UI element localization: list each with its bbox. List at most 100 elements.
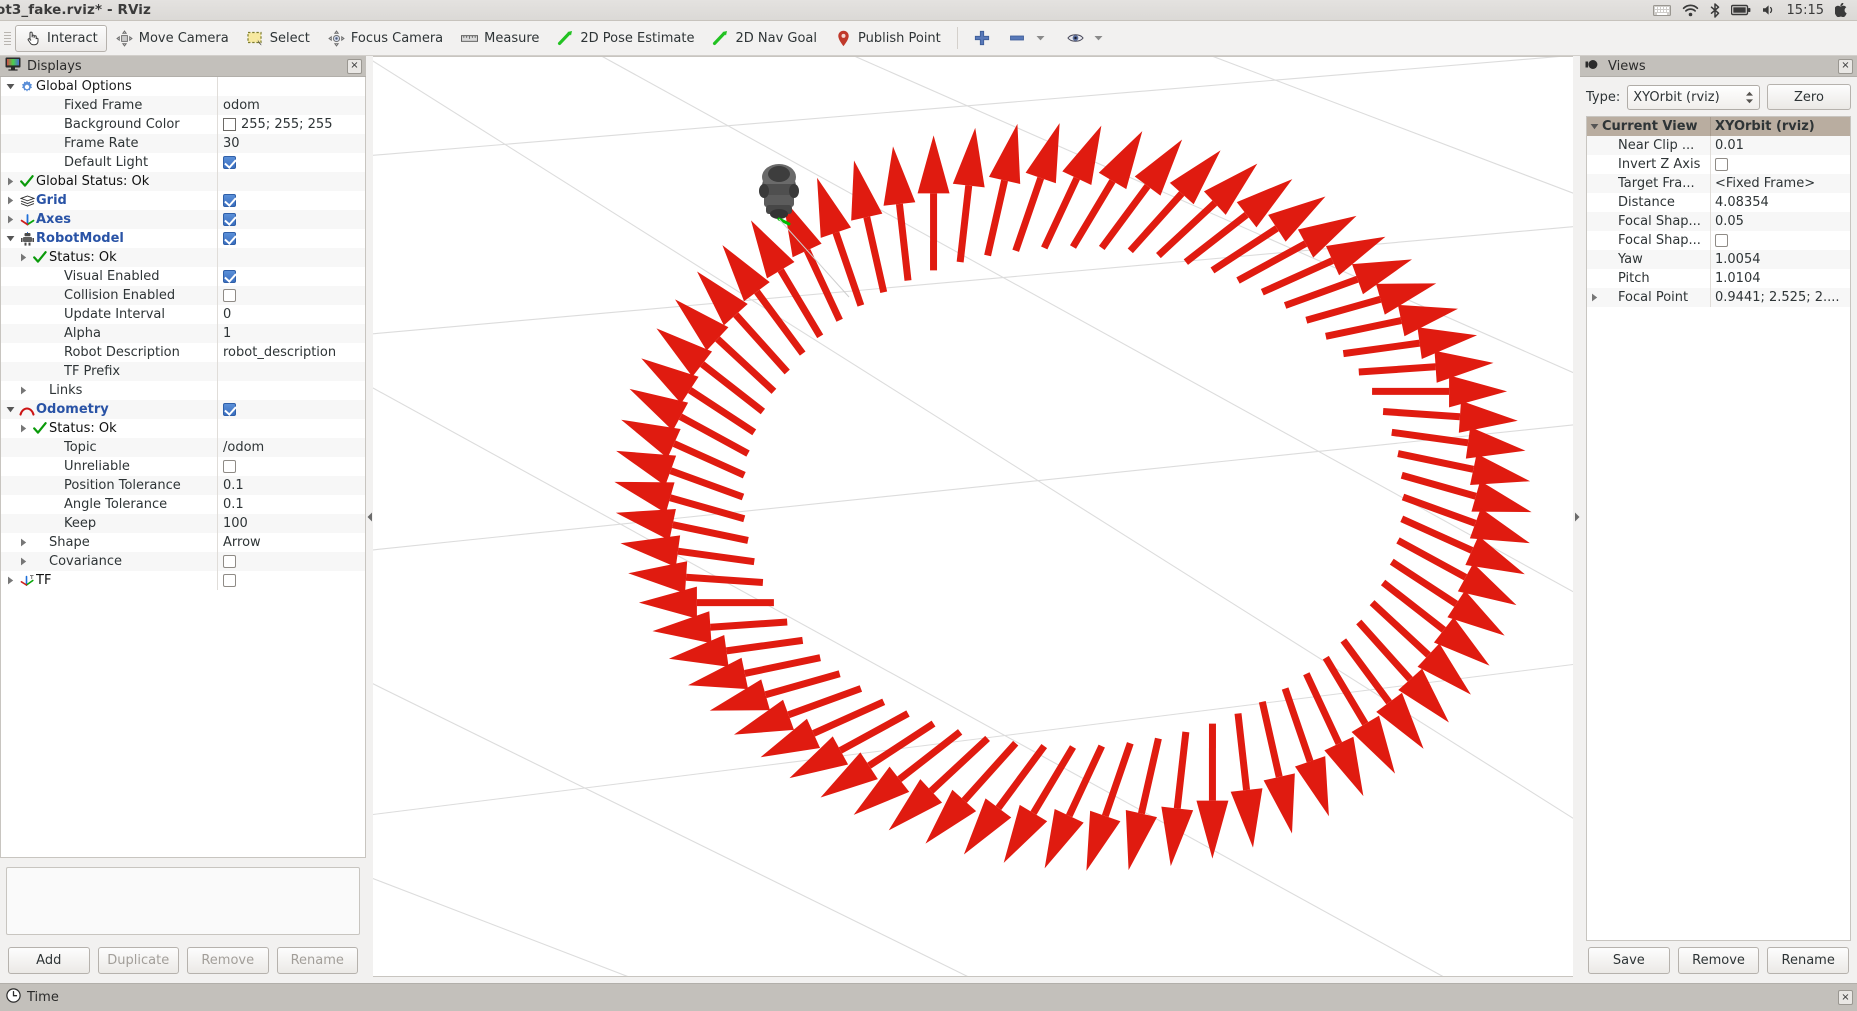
3d-render-view[interactable] xyxy=(372,56,1581,977)
battery-icon[interactable] xyxy=(1730,4,1751,16)
display-row[interactable]: Alpha 1 xyxy=(1,324,365,343)
display-row[interactable]: Status: Ok xyxy=(1,248,365,267)
display-row-value[interactable]: 0.1 xyxy=(217,476,365,495)
display-row-value[interactable] xyxy=(217,286,365,305)
views-close-button[interactable]: × xyxy=(1838,58,1853,74)
display-enable-checkbox[interactable] xyxy=(223,194,236,207)
display-row[interactable]: Position Tolerance 0.1 xyxy=(1,476,365,495)
display-row-value[interactable]: 0 xyxy=(217,305,365,324)
color-swatch[interactable] xyxy=(223,118,236,131)
remove-display-button[interactable]: Remove xyxy=(187,947,269,974)
system-clock[interactable]: 15:15 xyxy=(1787,3,1824,18)
chevron-down-icon[interactable] xyxy=(1032,30,1049,47)
rename-display-button[interactable]: Rename xyxy=(276,947,358,974)
save-view-button[interactable]: Save xyxy=(1588,947,1670,974)
display-row-value[interactable]: odom xyxy=(217,96,365,115)
views-row[interactable]: Focal Shap... xyxy=(1587,231,1850,250)
display-row[interactable]: Global Status: Ok xyxy=(1,172,365,191)
keyboard-icon[interactable] xyxy=(1652,4,1671,16)
volume-icon[interactable] xyxy=(1762,4,1776,16)
chevron-right-icon[interactable] xyxy=(1587,293,1602,302)
display-row-value[interactable] xyxy=(217,362,365,381)
tool-move-camera[interactable]: Move Camera xyxy=(107,25,238,52)
display-row-value[interactable]: 1 xyxy=(217,324,365,343)
rename-view-button[interactable]: Rename xyxy=(1767,947,1850,974)
display-row-value[interactable] xyxy=(217,400,365,419)
display-enable-checkbox[interactable] xyxy=(223,270,236,283)
display-row-value[interactable] xyxy=(217,457,365,476)
display-row[interactable]: Shape Arrow xyxy=(1,533,365,552)
display-row[interactable]: Background Color 255; 255; 255 xyxy=(1,115,365,134)
wifi-icon[interactable] xyxy=(1682,4,1699,17)
spinner-arrows-icon[interactable] xyxy=(1745,91,1754,104)
display-row-value[interactable]: 0.1 xyxy=(217,495,365,514)
remove-tool-button[interactable] xyxy=(1000,25,1058,52)
toolbar-grip[interactable] xyxy=(4,27,13,49)
display-enable-checkbox[interactable] xyxy=(223,232,236,245)
views-row-value[interactable] xyxy=(1710,231,1850,250)
display-row-value[interactable] xyxy=(217,229,365,248)
display-enable-checkbox[interactable] xyxy=(223,574,236,587)
views-checkbox[interactable] xyxy=(1715,234,1728,247)
display-row-value[interactable]: 255; 255; 255 xyxy=(217,115,365,134)
display-row-value[interactable] xyxy=(217,381,365,400)
display-row[interactable]: Links xyxy=(1,381,365,400)
views-row[interactable]: Target Fra... <Fixed Frame> xyxy=(1587,174,1850,193)
display-enable-checkbox[interactable] xyxy=(223,460,236,473)
display-row[interactable]: Default Light xyxy=(1,153,365,172)
display-row-value[interactable] xyxy=(217,77,365,96)
chevron-down-icon[interactable] xyxy=(3,235,18,242)
display-row[interactable]: Robot Description robot_description xyxy=(1,343,365,362)
views-row[interactable]: Near Clip ... 0.01 xyxy=(1587,136,1850,155)
views-row[interactable]: Focal Point 0.9441; 2.525; 2.... xyxy=(1587,288,1850,307)
display-row-value[interactable] xyxy=(217,552,365,571)
chevron-right-icon[interactable] xyxy=(3,177,18,186)
display-row-value[interactable] xyxy=(217,210,365,229)
add-display-button[interactable]: Add xyxy=(8,947,90,974)
display-enable-checkbox[interactable] xyxy=(223,555,236,568)
views-row-value[interactable]: 4.08354 xyxy=(1710,193,1850,212)
display-row-value[interactable]: 100 xyxy=(217,514,365,533)
display-row-value[interactable] xyxy=(217,172,365,191)
zero-button[interactable]: Zero xyxy=(1767,84,1851,110)
display-row[interactable]: TF xyxy=(1,571,365,590)
display-row[interactable]: Fixed Frame odom xyxy=(1,96,365,115)
tool-measure[interactable]: Measure xyxy=(452,25,548,52)
tool-2d-pose-estimate[interactable]: 2D Pose Estimate xyxy=(548,25,703,52)
display-row[interactable]: Unreliable xyxy=(1,457,365,476)
chevron-down-icon[interactable] xyxy=(1587,123,1602,130)
tool-2d-nav-goal[interactable]: 2D Nav Goal xyxy=(703,25,826,52)
display-row[interactable]: Angle Tolerance 0.1 xyxy=(1,495,365,514)
display-row-value[interactable] xyxy=(217,153,365,172)
views-row-value[interactable]: 1.0104 xyxy=(1710,269,1850,288)
display-row[interactable]: Axes xyxy=(1,210,365,229)
display-row[interactable]: Frame Rate 30 xyxy=(1,134,365,153)
duplicate-display-button[interactable]: Duplicate xyxy=(97,947,179,974)
session-menu-icon[interactable] xyxy=(1835,3,1848,17)
views-row-value[interactable] xyxy=(1710,155,1850,174)
tool-select[interactable]: Select xyxy=(238,25,319,52)
display-row-value[interactable]: Arrow xyxy=(217,533,365,552)
views-row[interactable]: Invert Z Axis xyxy=(1587,155,1850,174)
chevron-right-icon[interactable] xyxy=(16,424,31,433)
add-tool-button[interactable] xyxy=(965,25,1000,52)
display-row[interactable]: Grid xyxy=(1,191,365,210)
views-row-value[interactable]: 1.0054 xyxy=(1710,250,1850,269)
display-row[interactable]: Global Options xyxy=(1,77,365,96)
chevron-right-icon[interactable] xyxy=(16,538,31,547)
views-row-value[interactable]: 0.05 xyxy=(1710,212,1850,231)
tool-interact[interactable]: Interact xyxy=(15,24,107,52)
views-row-value[interactable]: 0.01 xyxy=(1710,136,1850,155)
display-row-value[interactable] xyxy=(217,419,365,438)
views-tree[interactable]: Current View XYOrbit (rviz) Near Clip ... 0… xyxy=(1586,116,1851,941)
views-tree-header[interactable]: Current View XYOrbit (rviz) xyxy=(1587,117,1850,136)
chevron-right-icon[interactable] xyxy=(16,557,31,566)
visibility-tool-button[interactable] xyxy=(1058,25,1116,52)
display-row-value[interactable] xyxy=(217,571,365,590)
chevron-right-icon[interactable] xyxy=(3,215,18,224)
tool-publish-point[interactable]: Publish Point xyxy=(826,25,950,52)
time-close-button[interactable]: × xyxy=(1838,990,1853,1005)
display-row[interactable]: Odometry xyxy=(1,400,365,419)
display-row-value[interactable]: /odom xyxy=(217,438,365,457)
chevron-down-icon-2[interactable] xyxy=(1090,30,1107,47)
